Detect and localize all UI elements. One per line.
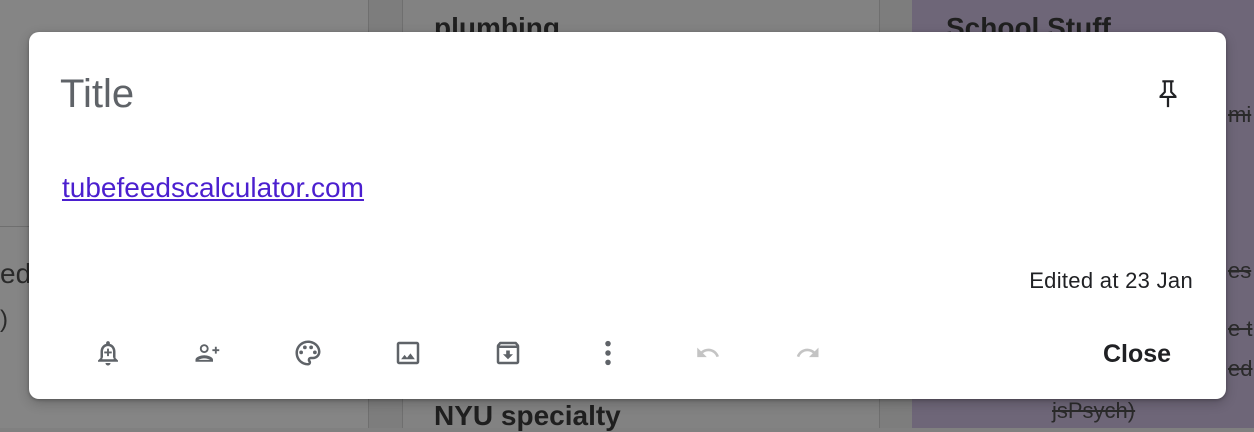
undo-button[interactable] [685,330,731,376]
bg-fragment: mi [1228,102,1252,127]
note-body[interactable]: tubefeedscalculator.com [62,172,1162,212]
palette-icon [293,338,323,368]
pin-note-button[interactable] [1145,70,1191,116]
remind-me-icon [93,338,123,368]
note-link[interactable]: tubefeedscalculator.com [62,172,364,203]
bg-fragment: ) [0,306,8,333]
note-toolbar: Close [57,330,1197,380]
close-button[interactable]: Close [1077,334,1197,374]
redo-icon [793,338,823,368]
undo-icon [693,338,723,368]
redo-button[interactable] [785,330,831,376]
add-image-button[interactable] [385,330,431,376]
more-options-button[interactable] [585,330,631,376]
edited-timestamp: Edited at 23 Jan [1029,268,1193,293]
image-icon [393,338,423,368]
bg-note-title[interactable]: NYU specialty [434,400,621,432]
archive-icon [493,338,523,368]
remind-me-button[interactable] [85,330,131,376]
pin-icon [1151,74,1185,112]
bg-fragment: e t [1228,316,1253,341]
bg-fragment: jsPsych) [1052,398,1136,423]
note-editor-dialog: tubefeedscalculator.com Edited at 23 Jan [29,32,1226,399]
collaborator-icon [191,338,225,368]
archive-button[interactable] [485,330,531,376]
bg-fragment: ed [1228,356,1253,381]
collaborator-button[interactable] [185,330,231,376]
note-title-input[interactable] [60,68,1120,120]
more-vert-icon [593,336,623,370]
bg-fragment: es [1228,258,1252,283]
background-options-button[interactable] [285,330,331,376]
